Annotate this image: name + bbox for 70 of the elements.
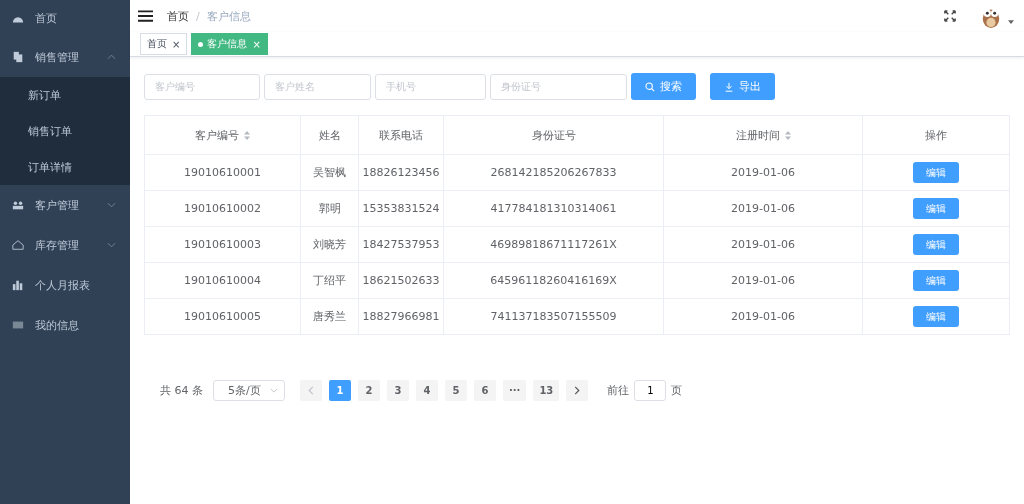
table-cell: 2019-01-06 [731,166,795,179]
tab[interactable]: 首页 × [140,33,188,55]
page-size-select[interactable]: 5条/页 [213,380,285,401]
table-cell: 268142185206267833 [490,166,617,179]
chevron-right-icon [574,386,581,395]
table-cell: 19010610002 [184,202,261,215]
menu-item[interactable]: 客户管理 [0,185,130,225]
table-cell: 2019-01-06 [731,310,795,323]
table-cell: 唐秀兰 [313,310,346,323]
download-icon [724,81,734,92]
document-icon [12,51,24,63]
menu-item[interactable]: 销售管理 [0,37,130,77]
page-button[interactable]: 5 [445,380,467,401]
chevron-left-icon [308,386,314,395]
column-header[interactable]: 注册时间 [735,127,780,143]
breadcrumb-item: 客户信息 [206,8,251,24]
table-cell: 19010610004 [184,274,261,287]
menu-item[interactable]: 个人月报表 [0,265,130,305]
menu-item[interactable]: 库存管理 [0,225,130,265]
table-cell: 741137183507155509 [490,310,617,323]
table-cell: 64596118260416169X [490,274,617,287]
bar-chart-icon [12,279,24,291]
next-page-button[interactable] [566,380,589,401]
table-cell: 郭明 [318,202,341,215]
people-icon [12,199,24,211]
table-cell: 15353831524 [362,202,440,215]
table-cell: 18621502633 [362,274,440,287]
submenu-item[interactable]: 订单详情 [0,149,130,185]
page-button[interactable]: 13 [533,380,560,401]
table-cell: 18826123456 [362,166,440,179]
table-cell: 2019-01-06 [731,238,795,251]
table-cell: 18427537953 [362,238,440,251]
column-header: 身份证号 [531,127,576,143]
table-cell: 2019-01-06 [731,274,795,287]
menu-icon[interactable] [138,10,153,22]
page-button[interactable]: ··· [503,380,527,401]
search-icon [645,81,655,92]
chevron-icon [270,388,278,393]
column-header: 操作 [925,127,947,143]
page-suffix: 页 [671,383,683,398]
table-cell: 19010610003 [184,238,261,251]
menu-item[interactable]: 首页 [0,0,130,37]
table-cell: 丁绍平 [313,274,346,287]
menu-item[interactable]: 我的信息 [0,305,130,345]
table-cell: 2019-01-06 [731,202,795,215]
page-button[interactable]: 3 [387,380,409,401]
goto-label: 前往 [607,383,630,398]
total-count: 共 64 条 [160,383,203,398]
column-header: 姓名 [318,127,341,143]
table-cell: 19010610001 [184,166,261,179]
submenu-item[interactable]: 销售订单 [0,113,130,149]
page-button[interactable]: 6 [474,380,496,401]
breadcrumb-separator: / [196,9,200,23]
caret-icon[interactable] [1008,20,1014,24]
card-icon [12,319,24,331]
table-cell: 19010610005 [184,310,261,323]
table-cell: 18827966981 [362,310,440,323]
table-cell: 吴智枫 [313,166,346,179]
table-cell: 刘晓芳 [313,238,346,251]
table-cell: 46989818671117261X [490,238,617,251]
breadcrumb-item[interactable]: 首页 [167,8,189,24]
table-cell: 417784181310314061 [490,202,617,215]
page-input[interactable]: 1 [634,380,667,401]
page-button[interactable]: 4 [416,380,438,401]
fullscreen-icon[interactable] [944,10,956,22]
column-header[interactable]: 客户编号 [195,127,239,143]
submenu-item[interactable]: 新订单 [0,77,130,113]
column-header: 联系电话 [379,127,423,143]
house-icon [12,239,24,251]
page-button[interactable]: 2 [358,380,380,401]
